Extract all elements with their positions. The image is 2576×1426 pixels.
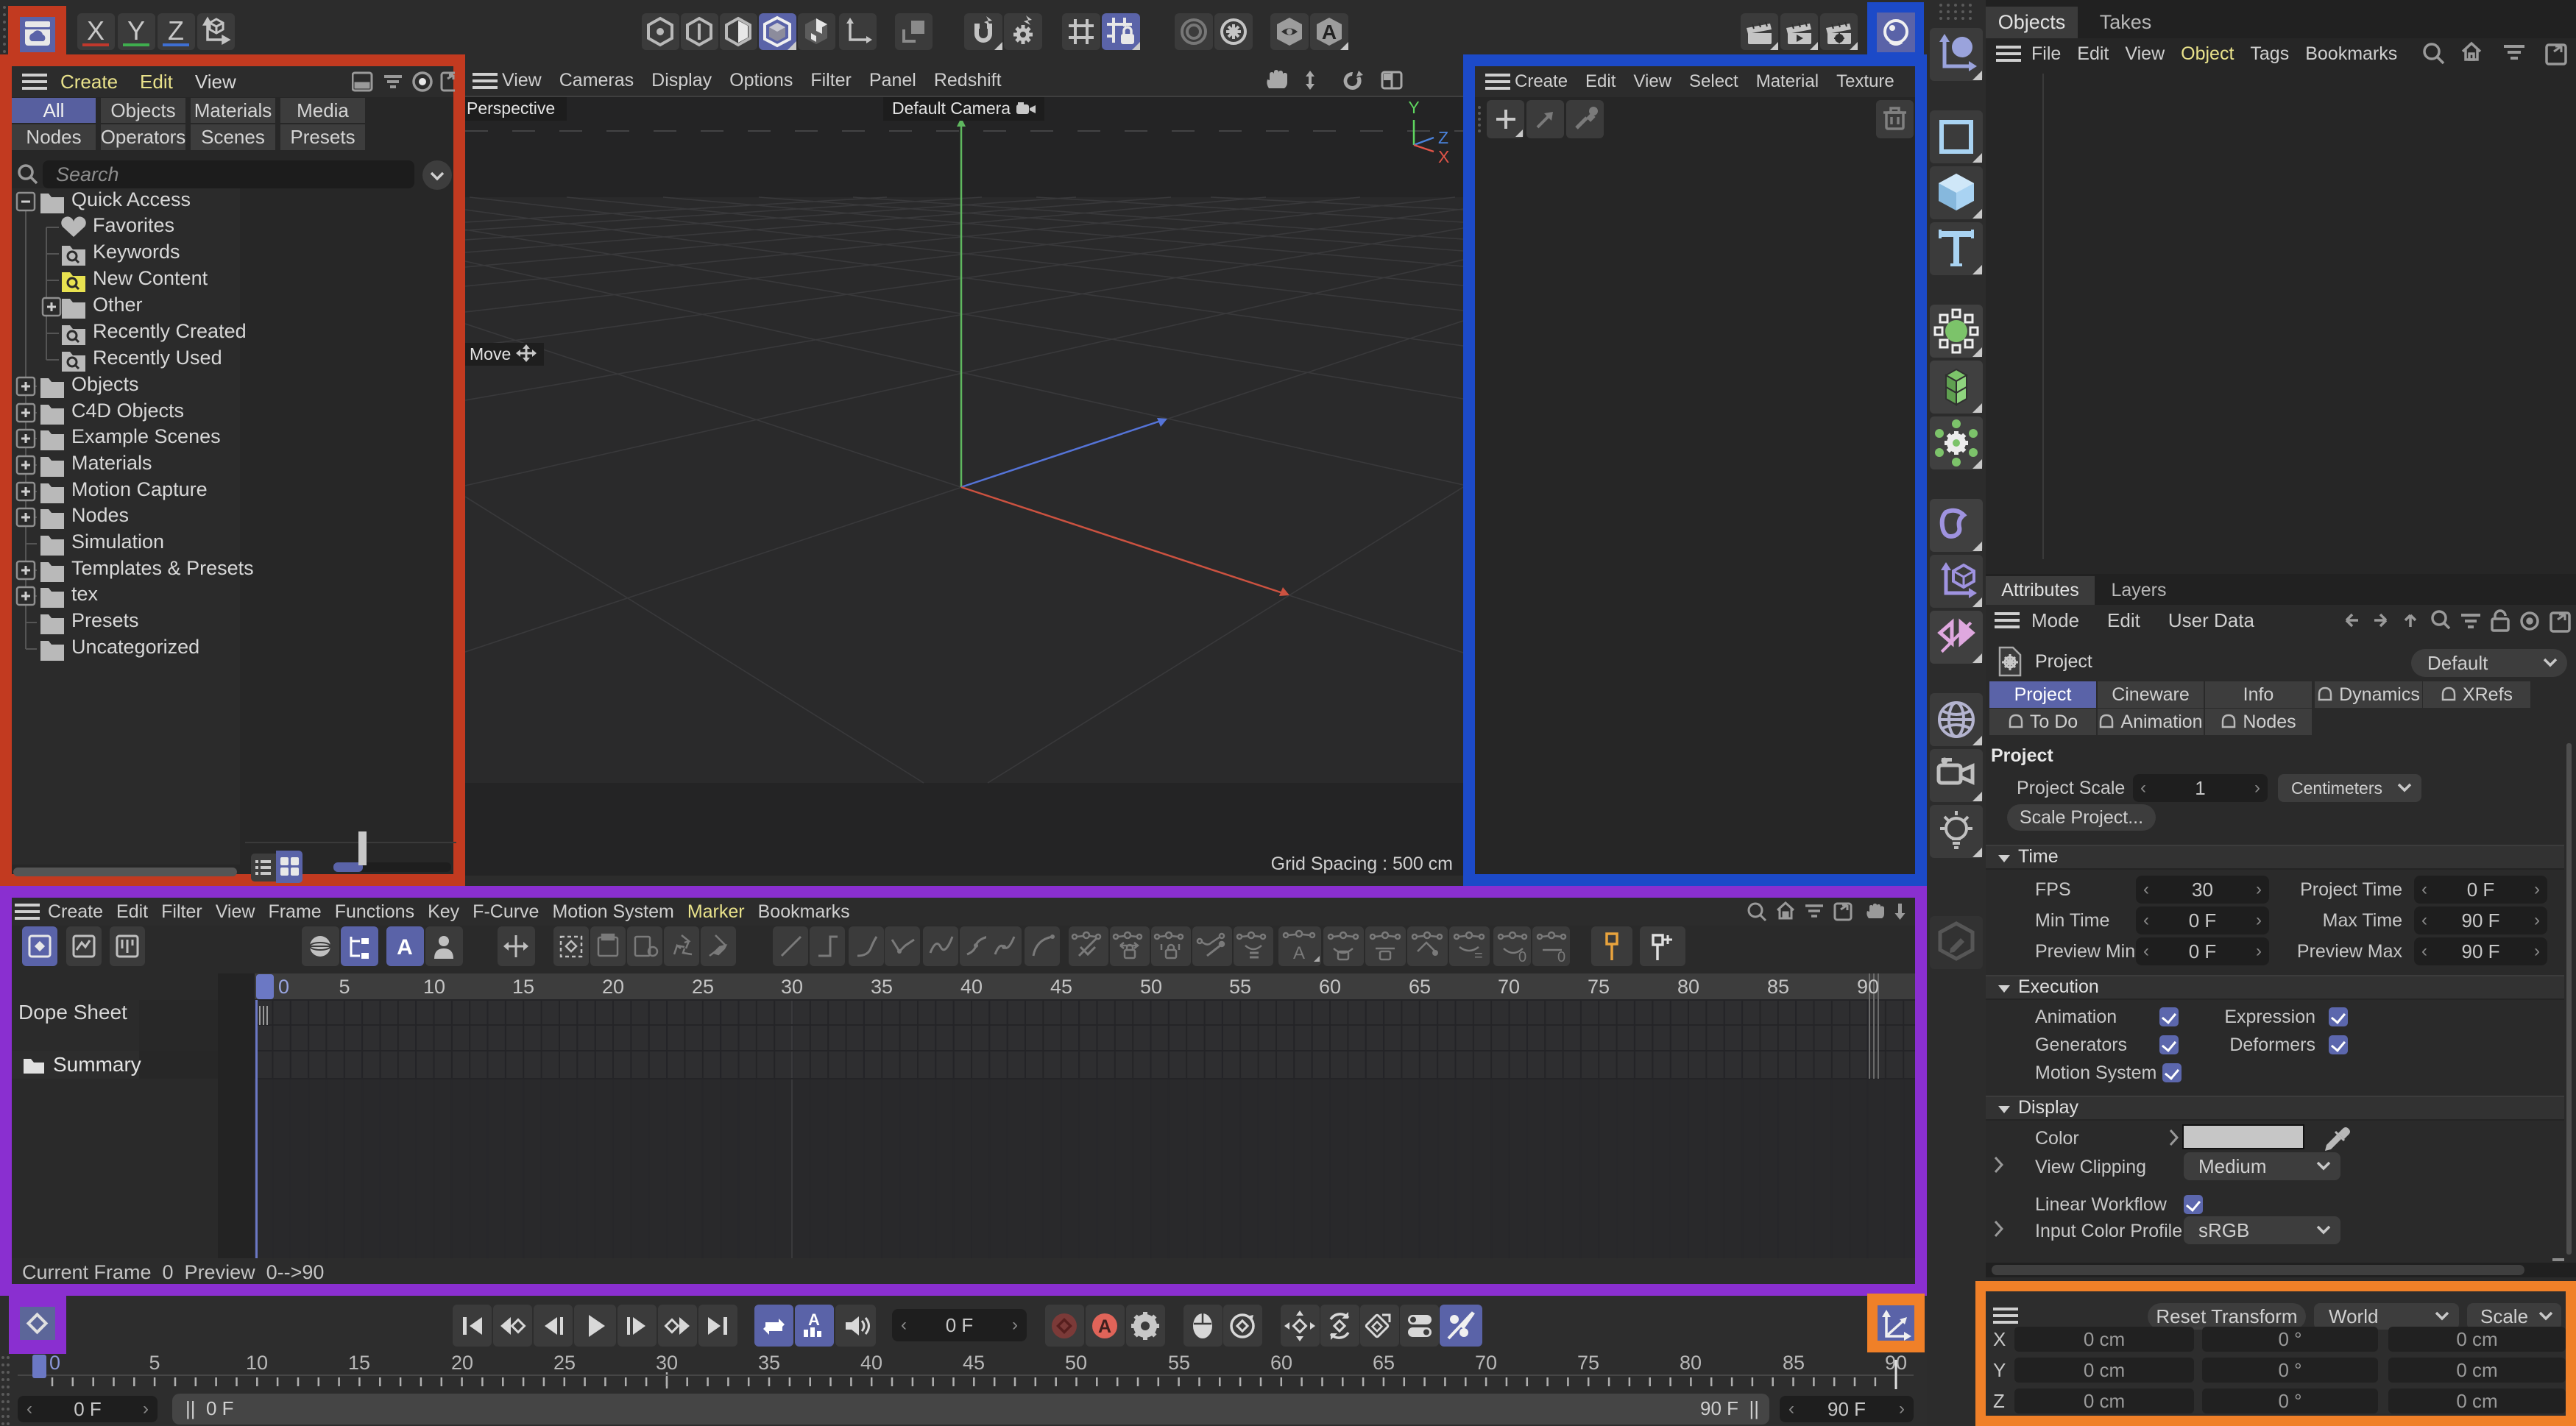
svg-text:A: A — [1322, 21, 1337, 43]
svg-text:X: X — [87, 15, 105, 46]
svg-text:Z: Z — [168, 15, 184, 46]
svg-text:Y: Y — [1408, 98, 1419, 117]
svg-text:Z: Z — [1438, 128, 1448, 147]
svg-text:X: X — [1438, 147, 1449, 166]
svg-text:Y: Y — [127, 15, 145, 46]
